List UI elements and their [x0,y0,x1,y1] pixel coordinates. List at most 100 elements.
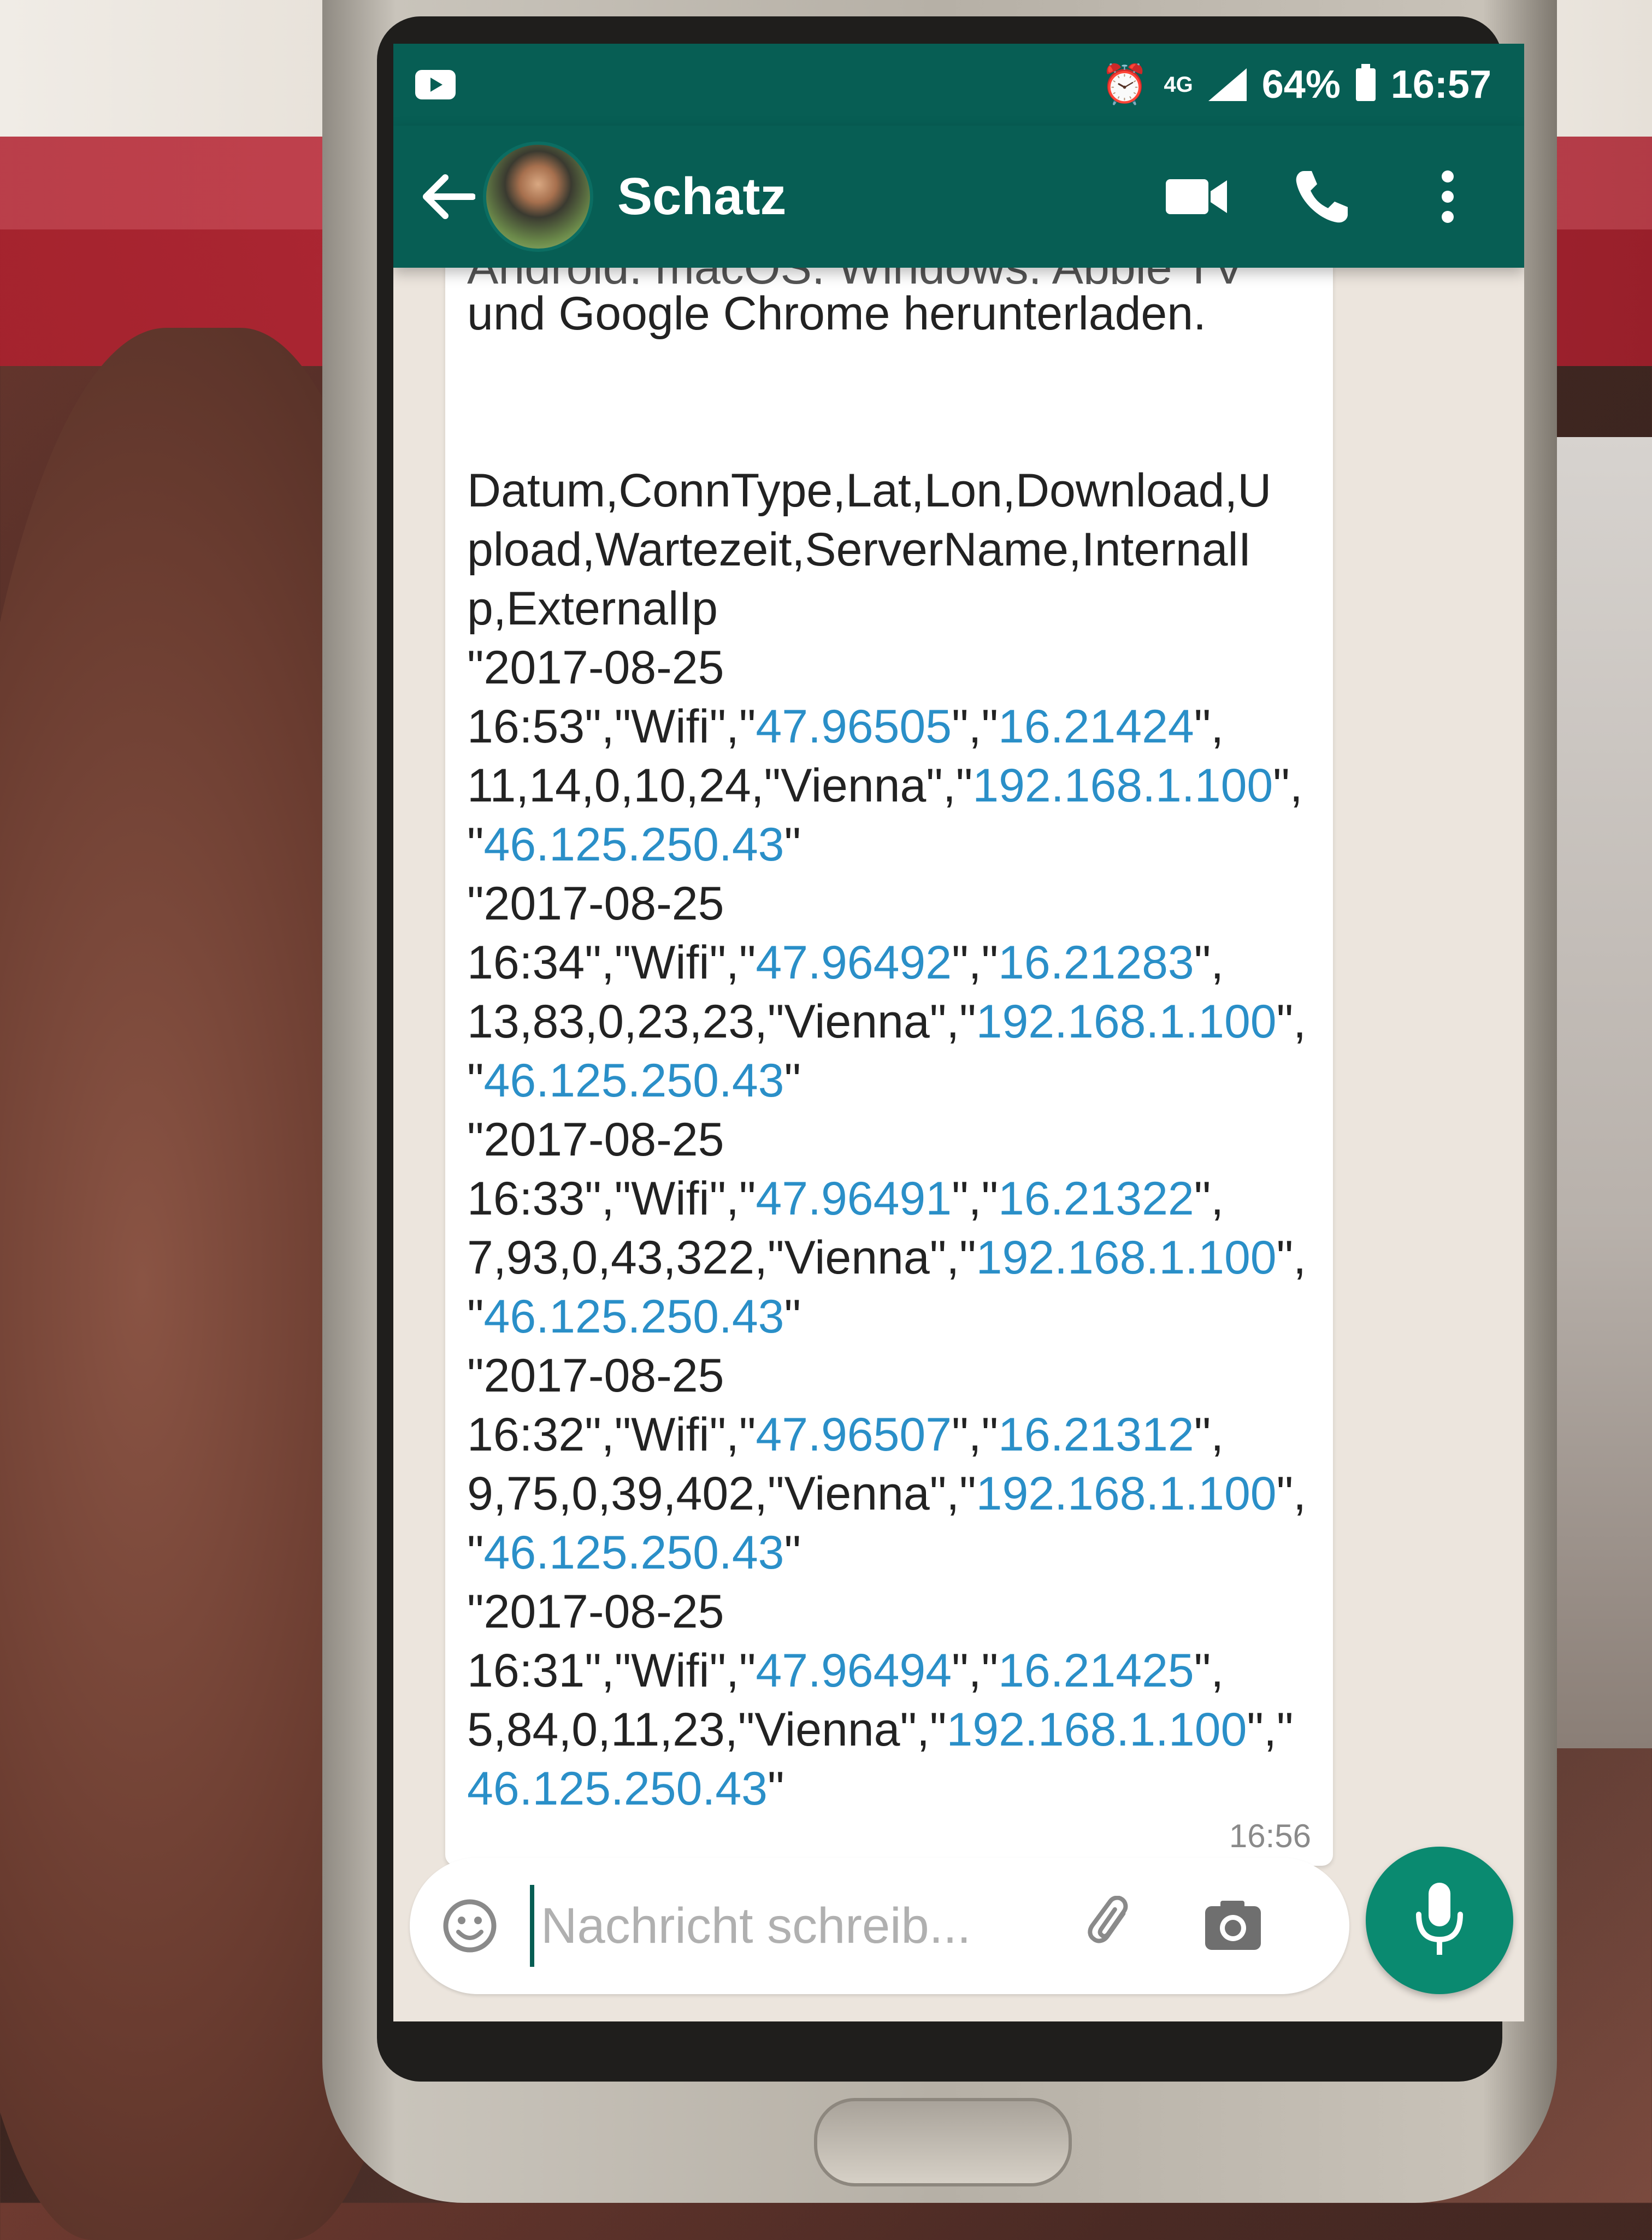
external-ip-quote: " [467,818,484,871]
message-line: und Google Chrome herunterladen. [467,287,1206,340]
battery-icon [1355,64,1376,101]
mic-button[interactable] [1366,1847,1513,1994]
external-ip-link[interactable]: 46.125.250.43 [484,1290,784,1343]
longitude-link[interactable]: 16.21322 [998,1172,1194,1225]
arrow-left-icon[interactable] [415,164,481,229]
row-values: 5,84,0,11,23,"Vienna"," [467,1703,947,1756]
message-line: Datum,ConnType,Lat,Lon,Download,U [467,464,1272,517]
message-timestamp: 16:56 [1229,1818,1311,1854]
row-separator: ", [1194,1644,1224,1697]
row-separator: ", [1276,1467,1307,1520]
data-row-line: 16:53","Wifi","47.96505","16.21424", [467,697,1311,756]
internal-ip-link[interactable]: 192.168.1.100 [976,1467,1277,1520]
external-ip-quote: " [784,1290,801,1343]
row-separator: "," [952,936,999,989]
latitude-link[interactable]: 47.96507 [756,1408,952,1461]
external-ip-quote: " [467,1290,484,1343]
row-values: 9,75,0,39,402,"Vienna"," [467,1467,976,1520]
external-ip-link[interactable]: 46.125.250.43 [484,1526,784,1579]
message-bubble[interactable]: Android, macOS, Windows, Apple TV und Go… [445,251,1333,1866]
signal-icon [1208,68,1247,101]
external-ip-quote: " [467,1054,484,1107]
row-date: "2017-08-25 [467,641,724,694]
camera-icon[interactable] [1197,1890,1268,1961]
internal-ip-link[interactable]: 192.168.1.100 [976,1231,1277,1284]
data-row-line: "46.125.250.43" [467,1287,1311,1346]
internal-ip-link[interactable]: 192.168.1.100 [972,759,1273,812]
external-ip-quote: " [767,1762,784,1815]
paperclip-icon[interactable] [1077,1890,1148,1961]
latitude-link[interactable]: 47.96505 [756,700,952,753]
clock: 16:57 [1390,63,1491,107]
data-row-line: "2017-08-25 [467,874,1311,933]
row-separator: ", [1276,995,1307,1048]
home-button[interactable] [814,2098,1072,2186]
text-cursor [530,1885,534,1967]
data-row-line: 16:31","Wifi","47.96494","16.21425", [467,1641,1311,1700]
data-row-line: "46.125.250.43" [467,1051,1311,1110]
video-call-icon[interactable] [1164,164,1229,229]
message-line: pload,Wartezeit,ServerName,InternalI [467,523,1252,576]
row-separator: "," [1247,1703,1294,1756]
row-values: 7,93,0,43,322,"Vienna"," [467,1231,976,1284]
network-type: 4G [1164,72,1193,97]
status-right: ⏰ 4G 64% 16:57 [1101,62,1491,107]
external-ip-quote: " [784,1054,801,1107]
row-time: 16:33","Wifi"," [467,1172,756,1225]
data-row-line: "46.125.250.43" [467,1523,1311,1582]
longitude-link[interactable]: 16.21425 [998,1644,1194,1697]
row-time: 16:32","Wifi"," [467,1408,756,1461]
latitude-link[interactable]: 47.96492 [756,936,952,989]
row-separator: "," [952,1408,999,1461]
row-separator: "," [952,700,999,753]
latitude-link[interactable]: 47.96491 [756,1172,952,1225]
internal-ip-link[interactable]: 192.168.1.100 [946,1703,1247,1756]
row-time: 16:34","Wifi"," [467,936,756,989]
external-ip-quote: " [784,818,801,871]
longitude-link[interactable]: 16.21424 [998,700,1194,753]
external-ip-link[interactable]: 46.125.250.43 [467,1762,768,1815]
data-row-line: "2017-08-25 [467,638,1311,697]
data-row-line: 16:32","Wifi","47.96507","16.21312", [467,1405,1311,1464]
row-separator: ", [1194,1408,1224,1461]
chat-header: Schatz [393,126,1524,268]
data-row-line: 11,14,0,10,24,"Vienna","192.168.1.100", [467,756,1311,815]
external-ip-link[interactable]: 46.125.250.43 [484,1054,784,1107]
more-vert-icon[interactable] [1415,164,1480,229]
chat-area[interactable]: Android, macOS, Windows, Apple TV und Go… [393,251,1524,1901]
contact-name[interactable]: Schatz [617,167,1164,227]
data-row-line: 16:33","Wifi","47.96491","16.21322", [467,1169,1311,1228]
message-data-rows: "2017-08-25 16:53","Wifi","47.96505","16.… [467,638,1311,1818]
row-separator: ", [1273,759,1303,812]
data-row-line: 13,83,0,23,23,"Vienna","192.168.1.100", [467,992,1311,1051]
phone-icon[interactable] [1289,164,1355,229]
data-row-line: 7,93,0,43,322,"Vienna","192.168.1.100", [467,1228,1311,1287]
data-row-line: 5,84,0,11,23,"Vienna","192.168.1.100"," [467,1700,1311,1759]
row-values: 13,83,0,23,23,"Vienna"," [467,995,976,1048]
alarm-icon: ⏰ [1101,63,1149,105]
data-row-line: "2017-08-25 [467,1346,1311,1405]
data-row-line: 46.125.250.43" [467,1759,1311,1818]
external-ip-quote: " [784,1526,801,1579]
avatar[interactable] [483,142,593,252]
longitude-link[interactable]: 16.21312 [998,1408,1194,1461]
row-date: "2017-08-25 [467,1585,724,1638]
row-time: 16:53","Wifi"," [467,700,756,753]
internal-ip-link[interactable]: 192.168.1.100 [976,995,1277,1048]
row-separator: ", [1276,1231,1307,1284]
external-ip-link[interactable]: 46.125.250.43 [484,818,784,871]
data-row-line: 16:34","Wifi","47.96492","16.21283", [467,933,1311,992]
longitude-link[interactable]: 16.21283 [998,936,1194,989]
row-separator: ", [1194,1172,1224,1225]
status-bar: ⏰ 4G 64% 16:57 [393,44,1524,126]
emoji-icon[interactable] [437,1893,503,1959]
row-separator: "," [952,1172,999,1225]
youtube-notification-icon [415,70,456,99]
row-separator: ", [1194,936,1224,989]
message-input[interactable] [540,1896,1077,1955]
latitude-link[interactable]: 47.96494 [756,1644,952,1697]
row-separator: ", [1194,700,1224,753]
external-ip-quote: " [467,1526,484,1579]
data-row-line: 9,75,0,39,402,"Vienna","192.168.1.100", [467,1464,1311,1523]
